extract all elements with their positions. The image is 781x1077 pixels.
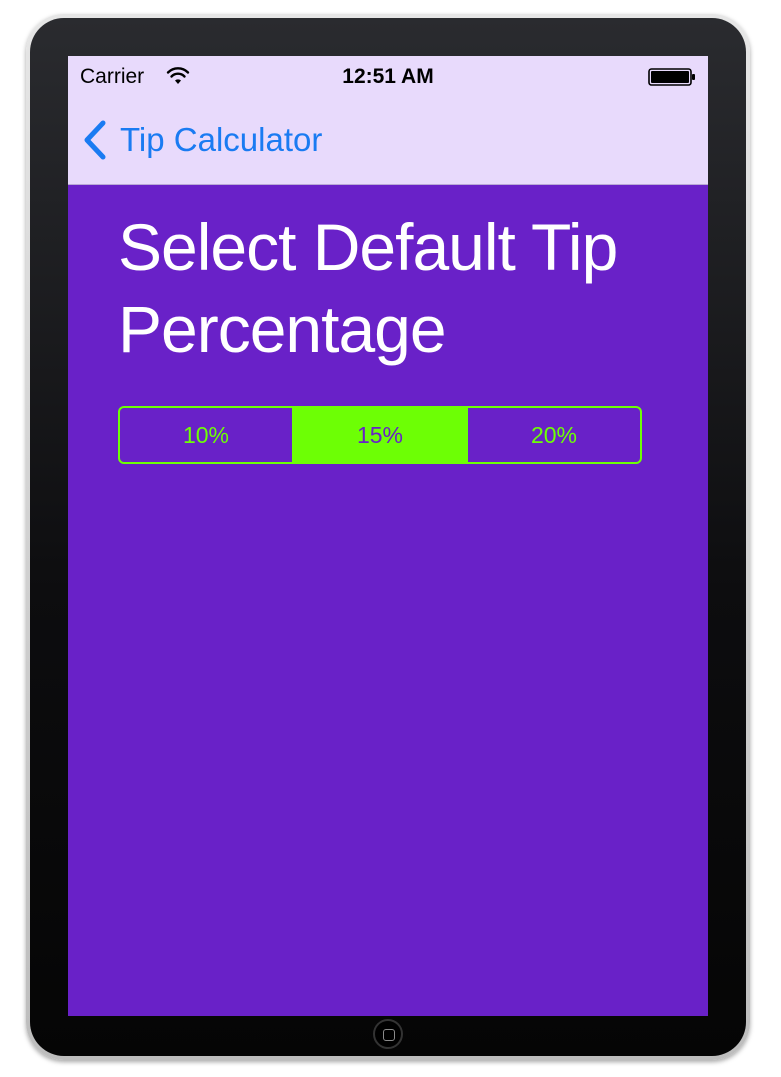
status-time: 12:51 AM <box>342 65 434 88</box>
segment-20-percent[interactable]: 20% <box>466 408 640 462</box>
home-square-icon <box>383 1029 395 1041</box>
back-button[interactable]: Tip Calculator <box>82 118 322 162</box>
battery-icon <box>648 68 695 86</box>
navigation-bar: Tip Calculator <box>68 96 708 185</box>
tip-percentage-segmented-control: 10% 15% 20% <box>118 406 642 464</box>
back-button-label: Tip Calculator <box>120 121 323 158</box>
segment-10-percent[interactable]: 10% <box>120 408 292 462</box>
chevron-left-icon <box>84 120 106 160</box>
app-screen: Carrier 12:51 AM Tip Calculator Select D… <box>68 56 708 1016</box>
page-title: Select Default Tip Percentage <box>118 210 618 366</box>
status-bar: Carrier 12:51 AM <box>68 56 708 96</box>
segment-15-percent[interactable]: 15% <box>292 408 466 462</box>
home-button[interactable] <box>373 1019 403 1049</box>
